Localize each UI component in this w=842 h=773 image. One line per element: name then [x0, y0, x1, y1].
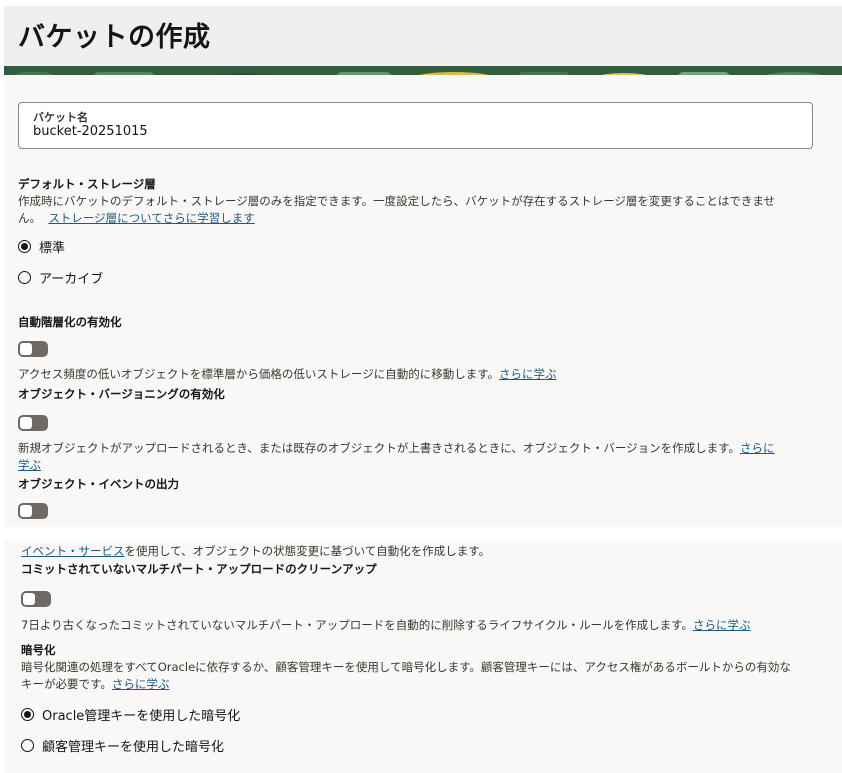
storage-tier-heading: デフォルト・ストレージ層 [18, 177, 156, 191]
header-banner-decoration [4, 66, 842, 75]
radio-oracle-managed-key[interactable]: Oracle管理キーを使用した暗号化 [21, 705, 240, 724]
versioning-description-text: 新規オブジェクトがアップロードされるとき、または既存のオブジェクトが上書きされる… [18, 441, 740, 455]
radio-selected-icon [21, 708, 34, 721]
bucket-form-section-1: バケット名 bucket-20251015 デフォルト・ストレージ層 作成時にバ… [4, 75, 842, 527]
multipart-cleanup-toggle[interactable] [21, 591, 51, 607]
auto-tiering-heading: 自動階層化の有効化 [18, 315, 122, 329]
storage-tier-description-text: ん。 [18, 211, 41, 225]
toggle-knob [23, 593, 35, 605]
bucket-name-field[interactable]: バケット名 bucket-20251015 [18, 102, 813, 149]
radio-archive-label: アーカイブ [39, 272, 104, 287]
versioning-description-line1: 新規オブジェクトがアップロードされるとき、または既存のオブジェクトが上書きされる… [18, 440, 818, 457]
radio-standard[interactable]: 標準 [18, 237, 65, 256]
page-header: バケットの作成 [4, 6, 842, 66]
auto-tiering-learn-link[interactable]: さらに学ぶ [499, 367, 557, 381]
encryption-description-line1: 暗号化関連の処理をすべてOracleに依存するか、顧客管理キーを使用して暗号化し… [21, 660, 791, 674]
radio-customer-managed-key[interactable]: 顧客管理キーを使用した暗号化 [21, 736, 224, 755]
auto-tiering-description: アクセス頻度の低いオブジェクトを標準層から価格の低いストレージに自動的に移動しま… [18, 366, 557, 383]
radio-unselected-icon [18, 271, 31, 284]
radio-archive[interactable]: アーカイブ [18, 268, 103, 287]
multipart-cleanup-description: 7日より古くなったコミットされていないマルチパート・アップロードを自動的に削除す… [21, 617, 751, 634]
bucket-name-label: バケット名 [33, 111, 88, 124]
versioning-toggle[interactable] [18, 415, 48, 431]
versioning-description: 新規オブジェクトがアップロードされるとき、または既存のオブジェクトが上書きされる… [18, 440, 818, 474]
radio-selected-icon [18, 240, 31, 253]
toggle-knob [20, 417, 32, 429]
events-heading: オブジェクト・イベントの出力 [18, 477, 179, 491]
encryption-description: 暗号化関連の処理をすべてOracleに依存するか、顧客管理キーを使用して暗号化し… [21, 659, 821, 693]
radio-unselected-icon [21, 739, 34, 752]
versioning-heading: オブジェクト・バージョニングの有効化 [18, 387, 225, 401]
auto-tiering-description-text: アクセス頻度の低いオブジェクトを標準層から価格の低いストレージに自動的に移動しま… [18, 367, 500, 381]
encryption-learn-link[interactable]: さらに学ぶ [112, 677, 170, 691]
event-service-link[interactable]: イベント・サービス [21, 544, 125, 558]
storage-tier-description-line1: 作成時にバケットのデフォルト・ストレージ層のみを指定できます。一度設定したら、バ… [18, 194, 776, 208]
storage-tier-description: 作成時にバケットのデフォルト・ストレージ層のみを指定できます。一度設定したら、バ… [18, 193, 818, 227]
radio-customer-managed-key-label: 顧客管理キーを使用した暗号化 [42, 740, 225, 755]
versioning-description-line2: 学ぶ [18, 457, 818, 474]
toggle-knob [20, 343, 32, 355]
bucket-form-section-2: イベント・サービスを使用して、オブジェクトの状態変更に基づいて自動化を作成します… [4, 540, 842, 773]
multipart-cleanup-description-text: 7日より古くなったコミットされていないマルチパート・アップロードを自動的に削除す… [21, 618, 694, 632]
encryption-description-text: キーが必要です。 [21, 677, 112, 691]
multipart-cleanup-heading: コミットされていないマルチパート・アップロードのクリーンアップ [21, 562, 377, 576]
multipart-cleanup-learn-link[interactable]: さらに学ぶ [693, 618, 751, 632]
radio-standard-label: 標準 [39, 241, 66, 256]
events-description-text: を使用して、オブジェクトの状態変更に基づいて自動化を作成します。 [124, 544, 491, 558]
page-title: バケットの作成 [18, 22, 211, 53]
events-description: イベント・サービスを使用して、オブジェクトの状態変更に基づいて自動化を作成します… [21, 543, 490, 560]
encryption-heading: 暗号化 [21, 643, 56, 657]
versioning-learn-link-part1[interactable]: さらに [740, 441, 775, 455]
versioning-learn-link-part2[interactable]: 学ぶ [18, 458, 41, 472]
auto-tiering-toggle[interactable] [18, 341, 48, 357]
events-toggle[interactable] [18, 503, 48, 519]
encryption-description-line2: キーが必要です。さらに学ぶ [21, 676, 821, 693]
radio-oracle-managed-key-label: Oracle管理キーを使用した暗号化 [42, 709, 241, 724]
toggle-knob [20, 505, 32, 517]
storage-tier-description-line2: ん。 ストレージ層についてさらに学習します [18, 210, 818, 227]
bucket-name-input[interactable]: bucket-20251015 [33, 124, 148, 139]
storage-tier-learn-link[interactable]: ストレージ層についてさらに学習します [48, 211, 254, 225]
